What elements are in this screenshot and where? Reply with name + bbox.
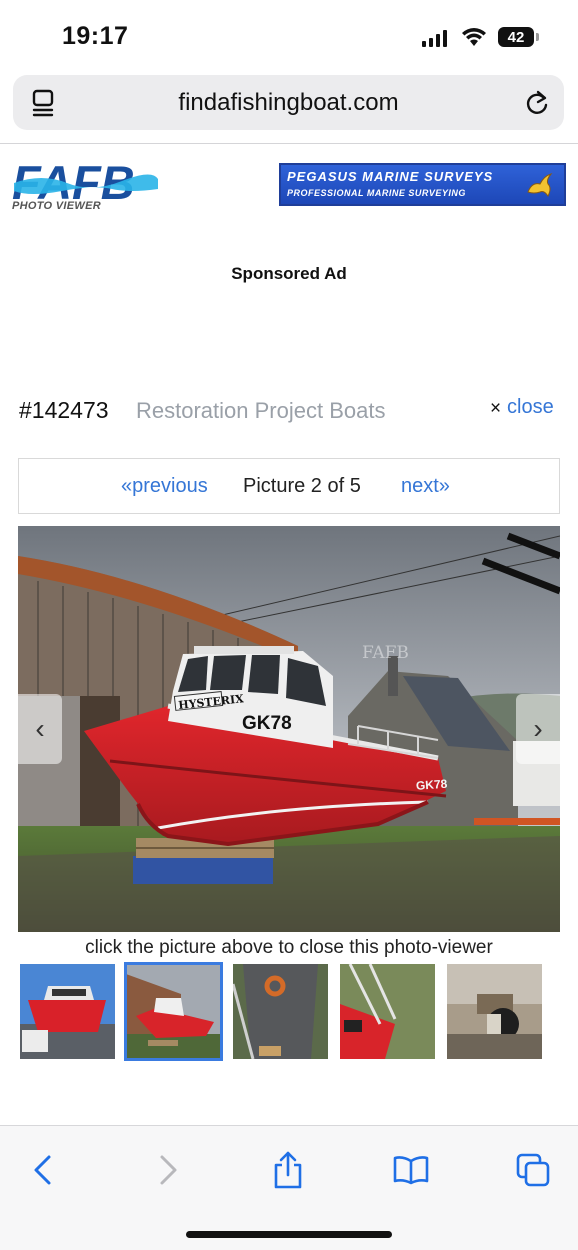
thumbnail-1[interactable] <box>20 964 115 1059</box>
url-text[interactable]: findafishingboat.com <box>13 89 564 117</box>
browser-toolbar <box>0 1125 578 1250</box>
forward-chevron-icon <box>160 1155 177 1185</box>
previous-link[interactable]: «previous <box>121 475 208 498</box>
battery-icon: 42 <box>498 27 534 47</box>
photo-prev-arrow[interactable]: ‹ <box>18 694 62 764</box>
book-icon <box>393 1156 429 1185</box>
share-button[interactable] <box>266 1148 310 1192</box>
address-bar[interactable]: findafishingboat.com <box>13 75 564 130</box>
cellular-signal-icon <box>422 29 447 47</box>
status-time: 19:17 <box>62 22 129 50</box>
photo-watermark: FAFB <box>362 643 409 663</box>
back-button[interactable] <box>21 1148 65 1192</box>
thumbnail-4[interactable] <box>340 964 435 1059</box>
thumbnail-5[interactable] <box>447 964 542 1059</box>
share-icon <box>274 1151 302 1189</box>
close-link[interactable]: close <box>507 396 554 419</box>
thumbnail-strip <box>20 962 560 1061</box>
status-bar: 19:17 42 <box>0 0 578 70</box>
pegasus-icon <box>527 173 553 197</box>
main-photo[interactable]: HYSTERIX GK78 GK78 FAFB ‹ › <box>18 526 560 932</box>
listing-title[interactable]: Restoration Project Boats <box>136 398 385 424</box>
ad-title: PEGASUS MARINE SURVEYS <box>287 169 494 184</box>
battery-cap <box>536 33 539 41</box>
photo-next-arrow[interactable]: › <box>516 694 560 764</box>
picture-counter: Picture 2 of 5 <box>243 475 361 497</box>
photo-pager: «previous Picture 2 of 5 next» <box>18 458 560 514</box>
boat-photo-image[interactable]: HYSTERIX GK78 GK78 FAFB <box>18 526 560 932</box>
close-icon[interactable]: × <box>490 398 501 420</box>
tabs-icon <box>516 1153 550 1187</box>
ad-subtitle: PROFESSIONAL MARINE SURVEYING <box>287 188 466 198</box>
close-hint-text: click the picture above to close this ph… <box>85 937 493 958</box>
address-bar-divider <box>0 143 578 144</box>
boat-reg-wheelhouse: GK78 <box>242 713 292 734</box>
wifi-icon <box>462 28 486 46</box>
boat-reg-bow: GK78 <box>415 777 448 793</box>
listing-id: #142473 <box>19 397 109 423</box>
forward-button[interactable] <box>146 1148 190 1192</box>
logo-subtitle: PHOTO VIEWER <box>12 200 101 212</box>
home-indicator <box>186 1231 392 1238</box>
bookmarks-button[interactable] <box>389 1148 433 1192</box>
sponsored-ad-label: Sponsored Ad <box>231 264 347 283</box>
tabs-button[interactable] <box>511 1148 555 1192</box>
pallets <box>133 838 274 884</box>
thumbnail-3[interactable] <box>233 964 328 1059</box>
thumbnail-2[interactable] <box>124 962 223 1061</box>
next-link[interactable]: next» <box>401 475 450 498</box>
back-chevron-icon <box>34 1155 51 1185</box>
reload-icon[interactable] <box>524 88 550 116</box>
sponsor-banner[interactable]: PEGASUS MARINE SURVEYS PROFESSIONAL MARI… <box>279 163 566 206</box>
